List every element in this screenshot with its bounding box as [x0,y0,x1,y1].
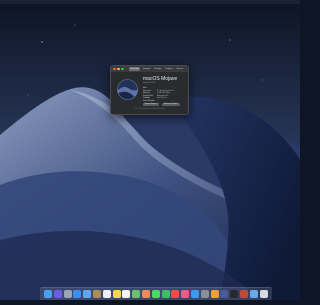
reminders-icon[interactable] [122,290,131,298]
desktop-wallpaper [0,0,300,300]
about-this-mac-window: Overview Displays Storage Support Servic… [110,65,189,115]
siri-icon[interactable] [53,290,62,298]
spec-list: iMac Processor 3.1 GHz Intel Core i5 Memo… [143,87,185,103]
music-icon[interactable] [181,290,190,298]
software-update-button[interactable]: Software Update... [162,103,181,106]
app-store-icon[interactable] [191,290,199,298]
window-tabs: Overview Displays Storage Support Servic… [129,67,185,71]
action-buttons: System Report... Software Update... [143,103,181,106]
contacts-icon[interactable] [93,290,101,298]
finder-icon[interactable] [44,290,52,298]
documents-folder-icon[interactable] [249,290,258,298]
os-version: Version 10.14 [143,82,156,84]
sketch-icon[interactable] [210,290,219,298]
news-icon[interactable] [171,290,180,298]
menu-bar [0,0,300,4]
app-icon-2[interactable] [240,290,248,298]
copyright-text: ™ and © 1983-2018 Apple Inc. All Rights … [133,109,166,110]
messages-icon[interactable] [151,290,160,298]
notes-icon[interactable] [112,290,121,298]
spec-value: Intel Iris Pro [157,97,167,100]
system-preferences-icon[interactable] [200,290,209,298]
tab-support[interactable]: Support [164,67,174,71]
mail-icon[interactable] [83,290,92,298]
tab-storage[interactable]: Storage [153,67,163,71]
safari-icon[interactable] [73,290,82,298]
calendar-icon[interactable] [102,290,111,298]
trash-icon[interactable] [259,290,268,298]
facetime-icon[interactable] [161,290,170,298]
tab-overview[interactable]: Overview [129,67,141,71]
tab-displays[interactable]: Displays [141,67,152,71]
minimize-button[interactable] [117,67,120,70]
mojave-dunes-wallpaper [0,0,300,300]
launchpad-icon[interactable] [63,290,72,298]
mojave-dune-icon [117,79,138,100]
window-titlebar: Overview Displays Storage Support Servic… [111,66,188,72]
app-icon[interactable] [220,290,229,298]
maps-icon[interactable] [132,290,141,298]
terminal-icon[interactable] [230,290,239,298]
dock [40,287,272,300]
photos-icon[interactable] [142,290,150,298]
close-button[interactable] [113,67,116,70]
system-report-button[interactable]: System Report... [143,103,160,106]
macos-mojave-logo [117,79,138,100]
zoom-button[interactable] [121,67,124,70]
tab-service[interactable]: Service [175,67,185,71]
